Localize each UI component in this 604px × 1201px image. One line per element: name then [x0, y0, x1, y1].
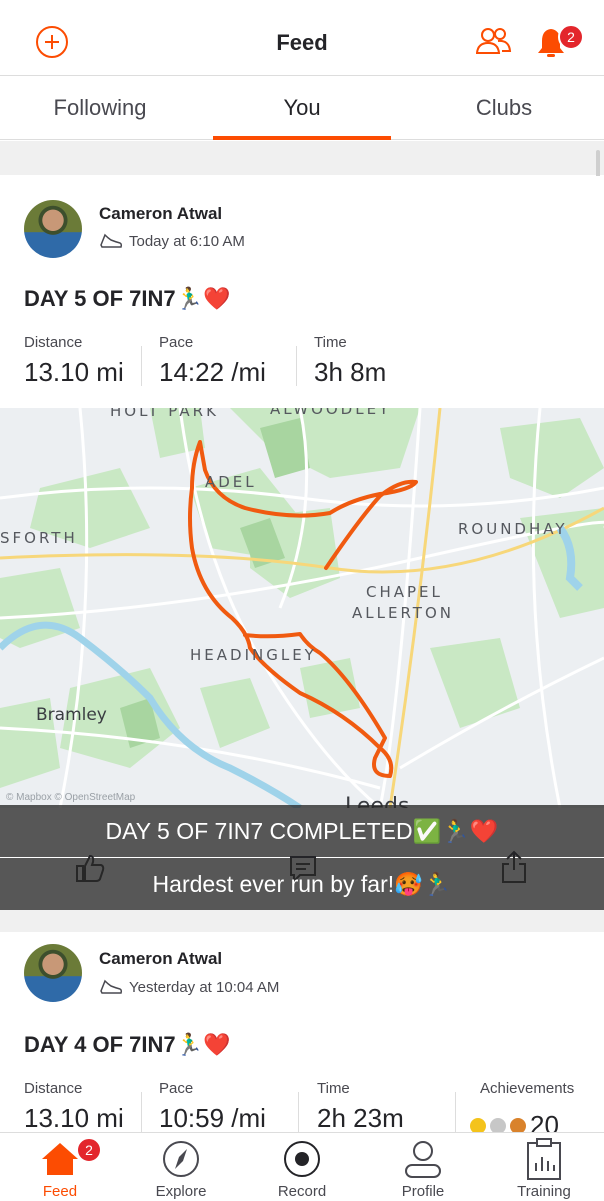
stat-pace: Pace 14:22 /mi	[159, 334, 266, 388]
stat-value: 14:22 /mi	[159, 357, 266, 387]
nav-feed[interactable]: 2 Feed	[0, 1133, 120, 1201]
stat-value: 3h 8m	[314, 357, 387, 387]
athlete-name[interactable]: Cameron Atwal	[99, 204, 222, 224]
person-icon	[405, 1141, 441, 1178]
map-label: SFORTH	[0, 529, 78, 547]
app-header: Feed 2	[0, 0, 604, 76]
stat-label: Pace	[159, 1080, 194, 1097]
tab-clubs[interactable]: Clubs	[404, 76, 604, 140]
shoe-icon	[100, 233, 123, 248]
activity-meta: Today at 6:10 AM	[99, 232, 245, 250]
activity-title[interactable]: DAY 4 OF 7IN7🏃‍♂️❤️	[24, 1032, 230, 1058]
find-friends-icon[interactable]	[476, 26, 512, 56]
stat-pace: Pace 10:59 /mi	[159, 1080, 266, 1134]
map-label: Bramley	[36, 705, 107, 725]
divider	[141, 346, 142, 386]
bottom-nav: 2 Feed Explore Record Profile Training	[0, 1132, 604, 1200]
route-line	[188, 440, 418, 778]
map-label: HEADINGLEY	[190, 646, 317, 664]
nav-label: Profile	[401, 1183, 445, 1200]
clipboard-icon	[527, 1138, 561, 1180]
stat-time: Time 3h 8m	[314, 334, 386, 388]
nav-label: Explore	[155, 1183, 207, 1200]
stat-label: Time	[317, 1080, 350, 1097]
feed-separator	[0, 910, 604, 932]
map-attribution[interactable]: © Mapbox © OpenStreetMap	[6, 792, 135, 803]
nav-label: Training	[517, 1183, 571, 1200]
map-label: ALWOODLEY	[270, 408, 392, 418]
stat-achievements: Achievements	[480, 1080, 574, 1097]
nav-profile[interactable]: Profile	[363, 1133, 483, 1201]
shoe-icon	[100, 979, 123, 994]
stat-distance: Distance 13.10 mi	[24, 334, 124, 388]
nav-label: Record	[277, 1183, 327, 1200]
avatar[interactable]	[24, 944, 82, 1002]
activity-meta: Yesterday at 10:04 AM	[99, 978, 279, 996]
tab-you[interactable]: You	[213, 76, 391, 140]
divider	[141, 1092, 142, 1132]
stat-label: Time	[314, 334, 347, 351]
activity-title[interactable]: DAY 5 OF 7IN7🏃‍♂️❤️	[24, 286, 230, 312]
nav-label: Feed	[42, 1183, 78, 1200]
stat-label: Pace	[159, 334, 194, 351]
feed-separator	[0, 141, 604, 175]
stat-label: Distance	[24, 1080, 83, 1097]
home-icon	[42, 1143, 78, 1175]
divider	[455, 1092, 456, 1132]
activity-time: Today at 6:10 AM	[129, 232, 245, 250]
athlete-name[interactable]: Cameron Atwal	[99, 949, 222, 969]
map-label: ADEL	[205, 473, 257, 491]
tab-following[interactable]: Following	[0, 76, 200, 140]
stat-value: 10:59 /mi	[159, 1103, 266, 1133]
stat-time: Time 2h 23m	[317, 1080, 404, 1134]
map-label: HOLT PARK	[110, 408, 219, 420]
stat-value: 2h 23m	[317, 1103, 404, 1133]
nav-record[interactable]: Record	[242, 1133, 362, 1201]
notification-badge: 2	[558, 24, 584, 50]
divider	[296, 346, 297, 386]
nav-badge: 2	[76, 1137, 102, 1163]
active-tab-indicator	[213, 136, 391, 140]
divider	[298, 1092, 299, 1132]
avatar[interactable]	[24, 200, 82, 258]
stat-value: 13.10 mi	[24, 1103, 124, 1133]
stat-distance: Distance 13.10 mi	[24, 1080, 124, 1134]
activity-time: Yesterday at 10:04 AM	[129, 978, 280, 996]
route-map[interactable]: HOLT PARK ALWOODLEY ADEL ROUNDHAY SFORTH…	[0, 408, 604, 808]
page-title: Feed	[276, 30, 328, 55]
caption-line-2: Hardest ever run by far!🥵🏃‍♂️	[0, 858, 604, 910]
record-icon	[284, 1141, 320, 1177]
nav-training[interactable]: Training	[484, 1133, 604, 1201]
nav-explore[interactable]: Explore	[121, 1133, 241, 1201]
stat-value: 13.10 mi	[24, 357, 124, 387]
map-label: ALLERTON	[352, 604, 454, 622]
map-label: CHAPEL	[366, 583, 443, 601]
map-label: ROUNDHAY	[458, 520, 568, 538]
stat-label: Distance	[24, 334, 83, 351]
stat-label: Achievements	[480, 1080, 575, 1097]
feed-tabs: Following You Clubs	[0, 76, 604, 140]
compass-icon	[163, 1141, 199, 1177]
activity-card[interactable]: Cameron Atwal Yesterday at 10:04 AM DAY …	[0, 932, 604, 1140]
